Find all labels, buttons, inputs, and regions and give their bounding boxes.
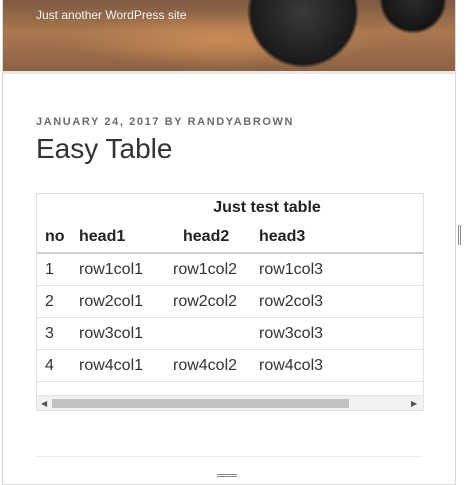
- table-cell: row1col2: [173, 261, 238, 278]
- site-tagline: Just another WordPress site: [36, 8, 187, 22]
- horizontal-scrollbar[interactable]: ◀ ▶: [37, 395, 423, 410]
- table-cell: row2col3: [259, 293, 324, 310]
- site-header-image: Just another WordPress site: [3, 0, 455, 71]
- scrollbar-thumb[interactable]: [52, 399, 349, 408]
- header-divider: [3, 71, 455, 74]
- scroll-left-arrow-icon[interactable]: ◀: [41, 399, 47, 408]
- table-row: 3 row3col1 row3col3: [37, 318, 423, 350]
- table-header-head1: head1: [79, 228, 126, 245]
- table-header-head3: head3: [259, 228, 306, 245]
- post-title: Easy Table: [36, 133, 173, 164]
- table-header-head2: head2: [183, 228, 230, 245]
- table-cell: row2col2: [173, 293, 238, 310]
- page-frame: Just another WordPress site JANUARY 24, …: [2, 0, 456, 485]
- post-meta: JANUARY 24, 2017 BY RANDYABROWN: [36, 116, 294, 128]
- table-cell: row3col1: [79, 325, 144, 342]
- table-cell: row1col1: [79, 261, 144, 278]
- table-cell: 4: [45, 357, 54, 374]
- content-divider: [36, 456, 422, 457]
- table-header-no: no: [45, 228, 65, 245]
- vertical-resize-grip-icon[interactable]: [458, 225, 462, 245]
- table-cell: 2: [45, 293, 54, 310]
- horizontal-resize-grip-icon[interactable]: [217, 474, 237, 479]
- table-cell: 3: [45, 325, 54, 342]
- table-cell: row1col3: [259, 261, 324, 278]
- table-cell: row4col3: [259, 357, 324, 374]
- table-row: 1 row1col1 row1col2 row1col3: [37, 254, 423, 286]
- table-cell: row4col1: [79, 357, 144, 374]
- table-cell: 1: [45, 261, 54, 278]
- scroll-right-arrow-icon[interactable]: ▶: [411, 399, 417, 408]
- table-cell: row3col3: [259, 325, 324, 342]
- post-meta-text: JANUARY 24, 2017 BY RANDYABROWN: [36, 116, 295, 128]
- table-row: 2 row2col1 row2col2 row2col3: [37, 286, 423, 318]
- table-row: 4 row4col1 row4col2 row4col3: [37, 350, 423, 382]
- table-caption: Just test table: [213, 199, 321, 216]
- table-cell: row2col1: [79, 293, 144, 310]
- table-cell: row4col2: [173, 357, 238, 374]
- table-scroll-container[interactable]: Just test table no head1 head2 head3 1 r…: [36, 193, 424, 411]
